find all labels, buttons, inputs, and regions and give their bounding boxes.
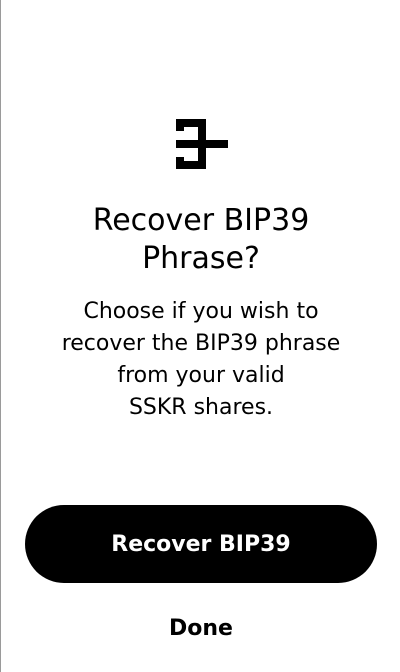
seedtool-logo-icon [176, 119, 228, 169]
done-button[interactable]: Done [141, 609, 261, 647]
recover-bip39-button-label: Recover BIP39 [111, 531, 291, 557]
dialog-title: Recover BIP39 Phrase? [92, 203, 310, 276]
dialog-description: Choose if you wish to recover the BIP39 … [61, 299, 341, 420]
recover-bip39-button[interactable]: Recover BIP39 [25, 505, 377, 583]
recover-bip39-screen: Recover BIP39 Phrase? Choose if you wish… [0, 0, 400, 672]
done-button-label: Done [169, 615, 233, 641]
